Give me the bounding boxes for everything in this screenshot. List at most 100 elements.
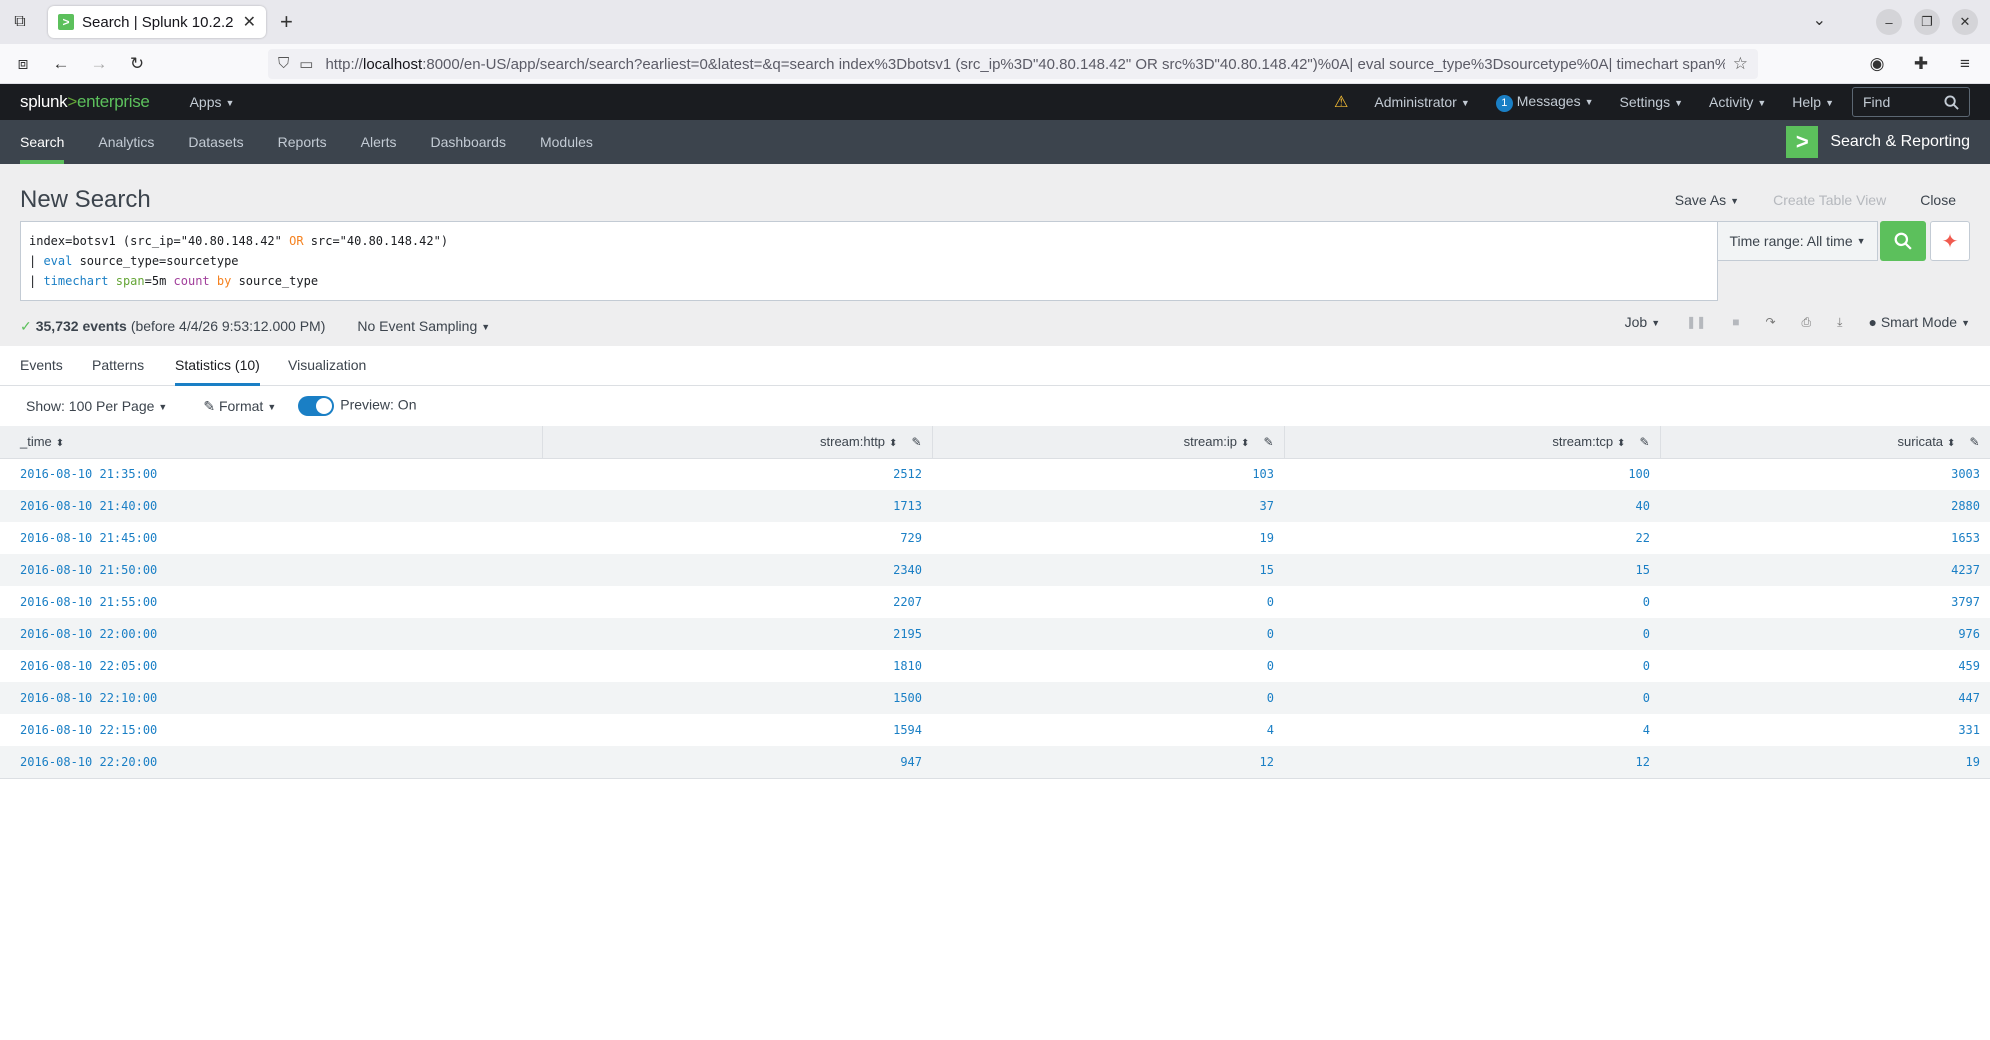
reload-icon[interactable]: ↻ bbox=[122, 49, 152, 79]
value-cell[interactable]: 976 bbox=[1660, 618, 1990, 650]
value-cell[interactable]: 4 bbox=[932, 714, 1284, 746]
search-submit-button[interactable] bbox=[1880, 221, 1926, 261]
app-nav-reports[interactable]: Reports bbox=[278, 120, 327, 164]
app-nav-alerts[interactable]: Alerts bbox=[361, 120, 397, 164]
stop-icon[interactable]: ■ bbox=[1732, 315, 1739, 329]
value-cell[interactable]: 0 bbox=[932, 650, 1284, 682]
column-header-time[interactable]: _time ⬍ bbox=[0, 426, 543, 459]
tab-patterns[interactable]: Patterns bbox=[92, 346, 144, 386]
event-sampling-dropdown[interactable]: No Event Sampling ▼ bbox=[357, 318, 490, 334]
value-cell[interactable]: 331 bbox=[1660, 714, 1990, 746]
edit-column-pencil-icon[interactable]: ✎ bbox=[1639, 435, 1649, 449]
export-icon[interactable]: ⤓ bbox=[1837, 315, 1842, 330]
value-cell[interactable]: 3797 bbox=[1660, 586, 1990, 618]
forward-arrow-icon[interactable]: → bbox=[84, 49, 114, 79]
value-cell[interactable]: 2880 bbox=[1660, 490, 1990, 522]
time-cell[interactable]: 2016-08-10 21:55:00 bbox=[0, 586, 542, 618]
find-input[interactable]: Find bbox=[1852, 87, 1970, 117]
time-cell[interactable]: 2016-08-10 21:45:00 bbox=[0, 522, 542, 554]
time-cell[interactable]: 2016-08-10 21:50:00 bbox=[0, 554, 542, 586]
value-cell[interactable]: 15 bbox=[1284, 554, 1660, 586]
value-cell[interactable]: 947 bbox=[542, 746, 932, 778]
time-cell[interactable]: 2016-08-10 22:20:00 bbox=[0, 746, 542, 778]
value-cell[interactable]: 729 bbox=[542, 522, 932, 554]
pause-icon[interactable]: ❚❚ bbox=[1686, 315, 1706, 329]
time-cell[interactable]: 2016-08-10 22:15:00 bbox=[0, 714, 542, 746]
sort-icon[interactable]: ⬍ bbox=[1617, 438, 1625, 449]
value-cell[interactable]: 40 bbox=[1284, 490, 1660, 522]
value-cell[interactable]: 0 bbox=[1284, 682, 1660, 714]
column-header-stream-http[interactable]: stream:http ⬍ ✎ bbox=[542, 426, 933, 459]
value-cell[interactable]: 1713 bbox=[542, 490, 932, 522]
value-cell[interactable]: 103 bbox=[932, 458, 1284, 490]
help-menu[interactable]: Help ▼ bbox=[1792, 94, 1834, 110]
value-cell[interactable]: 1594 bbox=[542, 714, 932, 746]
tab-statistics[interactable]: Statistics (10) bbox=[175, 346, 260, 386]
time-cell[interactable]: 2016-08-10 22:05:00 bbox=[0, 650, 542, 682]
restore-icon[interactable]: ❐ bbox=[1914, 9, 1940, 35]
window-close-icon[interactable]: ✕ bbox=[1952, 9, 1978, 35]
value-cell[interactable]: 0 bbox=[1284, 618, 1660, 650]
preview-toggle[interactable]: Preview: On bbox=[298, 396, 416, 416]
address-bar[interactable]: ⛉ ▭ http://localhost:8000/en-US/app/sear… bbox=[268, 49, 1758, 79]
account-icon[interactable]: ◉ bbox=[1862, 49, 1892, 79]
sort-icon[interactable]: ⬍ bbox=[889, 438, 897, 449]
job-menu[interactable]: Job ▼ bbox=[1625, 314, 1661, 330]
value-cell[interactable]: 4237 bbox=[1660, 554, 1990, 586]
edit-column-pencil-icon[interactable]: ✎ bbox=[1263, 435, 1273, 449]
shield-icon[interactable]: ⛉ bbox=[278, 55, 289, 73]
minimize-icon[interactable]: – bbox=[1876, 9, 1902, 35]
time-cell[interactable]: 2016-08-10 21:40:00 bbox=[0, 490, 542, 522]
new-tab-icon[interactable]: + bbox=[280, 10, 293, 34]
warning-icon[interactable]: ⚠ bbox=[1334, 92, 1348, 112]
search-query-input[interactable]: index=botsv1 (src_ip="40.80.148.42" OR s… bbox=[20, 221, 1718, 301]
value-cell[interactable]: 1653 bbox=[1660, 522, 1990, 554]
app-nav-analytics[interactable]: Analytics bbox=[98, 120, 154, 164]
create-table-view-button[interactable]: Create Table View bbox=[1773, 192, 1886, 208]
column-header-stream-tcp[interactable]: stream:tcp ⬍ ✎ bbox=[1284, 426, 1661, 459]
value-cell[interactable]: 3003 bbox=[1660, 458, 1990, 490]
time-cell[interactable]: 2016-08-10 21:35:00 bbox=[0, 458, 542, 490]
page-info-icon[interactable]: ▭ bbox=[299, 55, 313, 73]
value-cell[interactable]: 0 bbox=[1284, 650, 1660, 682]
browser-tab-active[interactable]: > Search | Splunk 10.2.2 ✕ bbox=[48, 6, 266, 38]
tab-list-icon[interactable]: ⧉ bbox=[0, 0, 40, 44]
value-cell[interactable]: 12 bbox=[932, 746, 1284, 778]
close-tab-icon[interactable]: ✕ bbox=[243, 12, 256, 32]
value-cell[interactable]: 2207 bbox=[542, 586, 932, 618]
app-nav-dashboards[interactable]: Dashboards bbox=[430, 120, 506, 164]
per-page-dropdown[interactable]: Show: 100 Per Page ▼ bbox=[26, 398, 167, 414]
print-icon[interactable]: ⎙ bbox=[1802, 315, 1812, 330]
value-cell[interactable]: 1810 bbox=[542, 650, 932, 682]
value-cell[interactable]: 37 bbox=[932, 490, 1284, 522]
search-mode-dropdown[interactable]: ● Smart Mode ▼ bbox=[1868, 314, 1970, 330]
app-title[interactable]: > Search & Reporting bbox=[1786, 126, 1970, 158]
apps-menu[interactable]: Apps ▼ bbox=[190, 94, 235, 110]
chevron-down-icon[interactable]: ⌄ bbox=[1813, 10, 1826, 30]
value-cell[interactable]: 2512 bbox=[542, 458, 932, 490]
tab-events[interactable]: Events bbox=[20, 346, 63, 386]
column-header-suricata[interactable]: suricata ⬍ ✎ bbox=[1660, 426, 1990, 459]
messages-menu[interactable]: 1 Messages ▼ bbox=[1495, 93, 1594, 112]
app-nav-datasets[interactable]: Datasets bbox=[188, 120, 243, 164]
value-cell[interactable]: 0 bbox=[932, 618, 1284, 650]
sort-icon[interactable]: ⬍ bbox=[1241, 438, 1249, 449]
tab-visualization[interactable]: Visualization bbox=[288, 346, 366, 386]
edit-column-pencil-icon[interactable]: ✎ bbox=[911, 435, 921, 449]
value-cell[interactable]: 447 bbox=[1660, 682, 1990, 714]
extensions-icon[interactable]: ✚ bbox=[1906, 49, 1936, 79]
activity-menu[interactable]: Activity ▼ bbox=[1709, 94, 1766, 110]
close-button[interactable]: Close bbox=[1920, 192, 1956, 208]
format-dropdown[interactable]: ✎ Format ▼ bbox=[203, 398, 276, 415]
splunk-logo[interactable]: splunk>enterprise bbox=[20, 92, 150, 112]
time-cell[interactable]: 2016-08-10 22:00:00 bbox=[0, 618, 542, 650]
bookmark-star-icon[interactable]: ☆ bbox=[1733, 54, 1748, 74]
value-cell[interactable]: 4 bbox=[1284, 714, 1660, 746]
value-cell[interactable]: 22 bbox=[1284, 522, 1660, 554]
sort-icon[interactable]: ⬍ bbox=[56, 438, 64, 449]
time-cell[interactable]: 2016-08-10 22:10:00 bbox=[0, 682, 542, 714]
value-cell[interactable]: 19 bbox=[1660, 746, 1990, 778]
administrator-menu[interactable]: Administrator ▼ bbox=[1374, 94, 1469, 110]
sidebar-toggle-icon[interactable]: ⧈ bbox=[8, 49, 38, 79]
value-cell[interactable]: 2195 bbox=[542, 618, 932, 650]
